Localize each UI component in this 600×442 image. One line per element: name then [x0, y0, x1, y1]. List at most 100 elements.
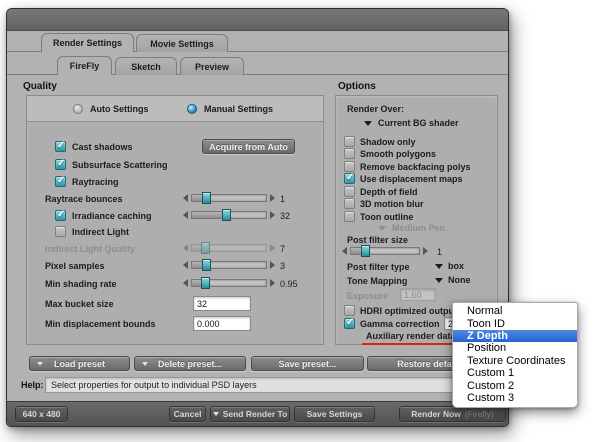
slider-inc-arrow[interactable]: [270, 211, 275, 219]
indirect-light-label: Indirect Light: [72, 227, 129, 237]
cast-shadows-checkbox[interactable]: [55, 140, 66, 152]
slider-dec-arrow[interactable]: [183, 194, 188, 202]
raytrace-bounces-value: 1: [280, 194, 286, 204]
post-filter-size-slider[interactable]: [342, 245, 428, 257]
remove-backfacing-label: Remove backfacing polys: [360, 162, 471, 172]
raytracing-checkbox[interactable]: [55, 175, 66, 187]
tab-render-settings[interactable]: Render Settings: [41, 33, 134, 52]
chevron-down-icon: [364, 120, 372, 126]
shadow-only-checkbox[interactable]: [344, 136, 355, 147]
acquire-from-auto-button[interactable]: Acquire from Auto: [202, 139, 295, 154]
slider-dec-arrow[interactable]: [342, 247, 347, 255]
indirect-light-row: Indirect Light: [27, 224, 323, 240]
irradiance-caching-label: Irradiance caching: [72, 211, 152, 221]
min-shading-rate-slider[interactable]: [183, 277, 275, 289]
slider-track[interactable]: [191, 277, 267, 289]
irradiance-caching-checkbox[interactable]: [55, 209, 66, 221]
resolution-button[interactable]: 640 x 480: [15, 406, 68, 422]
help-label: Help:: [21, 380, 44, 390]
slider-track[interactable]: [191, 192, 267, 204]
motion-blur-checkbox[interactable]: [344, 198, 355, 209]
toon-pen-dropdown: Medium Pen: [378, 223, 445, 233]
hdri-checkbox[interactable]: [344, 305, 355, 316]
exposure-input: [400, 288, 436, 301]
chevron-down-icon: [142, 361, 148, 366]
cancel-button[interactable]: Cancel: [169, 406, 206, 422]
auto-settings-radio-circle[interactable]: [73, 104, 83, 114]
toon-outline-checkbox[interactable]: [344, 211, 355, 222]
menu-item-custom-1[interactable]: Custom 1: [453, 367, 577, 379]
menu-item-texture-coordinates[interactable]: Texture Coordinates: [453, 355, 577, 367]
post-filter-type-value: box: [448, 261, 465, 271]
aux-render-data-label: Auxiliary render data: [366, 331, 456, 341]
slider-dec-arrow[interactable]: [183, 279, 188, 287]
save-settings-label: Save Settings: [306, 409, 363, 419]
indirect-light-checkbox[interactable]: [55, 226, 66, 237]
motion-blur-row: 3D motion blur: [336, 198, 497, 211]
menu-item-toon-id[interactable]: Toon ID: [453, 317, 577, 330]
window-titlebar[interactable]: [7, 9, 508, 31]
pixel-samples-row: Pixel samples 3: [27, 258, 323, 274]
remove-backfacing-checkbox[interactable]: [344, 161, 355, 172]
slider-track[interactable]: [191, 209, 267, 221]
smooth-polygons-checkbox[interactable]: [344, 148, 355, 159]
chevron-down-icon: [212, 412, 219, 416]
slider-track[interactable]: [191, 259, 267, 271]
render-over-dropdown[interactable]: Current BG shader: [364, 118, 459, 128]
settings-mode-band: Auto Settings Manual Settings: [27, 96, 323, 122]
exposure-row: Exposure: [336, 288, 497, 303]
menu-item-custom-2[interactable]: Custom 2: [453, 379, 577, 392]
render-settings-window: Render Settings Movie Settings FireFly S…: [6, 8, 509, 427]
tone-mapping-dropdown[interactable]: None: [435, 275, 471, 285]
tone-mapping-value: None: [448, 275, 471, 285]
tab-preview[interactable]: Preview: [180, 57, 244, 75]
slider-inc-arrow[interactable]: [270, 279, 275, 287]
delete-preset-button[interactable]: Delete preset...: [134, 356, 246, 371]
auto-settings-radio[interactable]: Auto Settings: [73, 104, 149, 114]
subsurface-row: Subsurface Scattering: [27, 157, 323, 173]
slider-thumb[interactable]: [201, 259, 211, 271]
slider-thumb[interactable]: [202, 192, 212, 204]
resolution-label: 640 x 480: [22, 409, 61, 419]
load-preset-button[interactable]: Load preset: [29, 356, 130, 371]
gamma-checkbox[interactable]: [344, 317, 355, 329]
depth-of-field-label: Depth of field: [360, 187, 418, 197]
slider-thumb[interactable]: [221, 209, 231, 221]
post-filter-size-row: 1: [336, 245, 497, 259]
gamma-label: Gamma correction: [360, 319, 440, 329]
send-render-to-button[interactable]: Send Render To: [210, 406, 290, 422]
save-settings-button[interactable]: Save Settings: [294, 406, 375, 422]
post-filter-type-dropdown[interactable]: box: [435, 261, 464, 271]
slider-track: [191, 242, 267, 254]
slider-thumb[interactable]: [200, 277, 210, 289]
subsurface-checkbox[interactable]: [55, 158, 66, 170]
slider-inc-arrow[interactable]: [423, 247, 428, 255]
slider-inc-arrow[interactable]: [270, 194, 275, 202]
pixel-samples-slider[interactable]: [183, 259, 275, 271]
use-displacement-checkbox[interactable]: [344, 172, 355, 184]
indirect-light-quality-slider: [183, 242, 275, 254]
slider-inc-arrow[interactable]: [270, 261, 275, 269]
pixel-samples-value: 3: [280, 261, 286, 271]
max-bucket-size-input[interactable]: [193, 296, 251, 311]
render-now-button[interactable]: Render Now (Firefly): [399, 406, 506, 422]
menu-item-custom-3[interactable]: Custom 3: [453, 392, 577, 404]
menu-item-normal[interactable]: Normal: [453, 305, 577, 317]
irradiance-caching-slider[interactable]: [183, 209, 275, 221]
slider-dec-arrow[interactable]: [183, 211, 188, 219]
tab-sketch[interactable]: Sketch: [115, 57, 177, 75]
slider-dec-arrow[interactable]: [183, 261, 188, 269]
menu-item-position[interactable]: Position: [453, 342, 577, 354]
min-displacement-input[interactable]: [193, 316, 251, 331]
save-preset-button[interactable]: Save preset...: [251, 356, 364, 371]
raytrace-bounces-slider[interactable]: [183, 192, 275, 204]
manual-settings-radio[interactable]: Manual Settings: [187, 104, 273, 114]
tab-movie-settings[interactable]: Movie Settings: [136, 34, 228, 52]
load-preset-label: Load preset: [53, 358, 105, 369]
tab-firefly[interactable]: FireFly: [57, 56, 112, 75]
manual-settings-radio-circle[interactable]: [187, 104, 197, 114]
menu-item-z-depth[interactable]: Z Depth: [453, 329, 577, 343]
depth-of-field-checkbox[interactable]: [344, 186, 355, 197]
slider-thumb[interactable]: [360, 245, 370, 257]
slider-track[interactable]: [350, 245, 420, 257]
